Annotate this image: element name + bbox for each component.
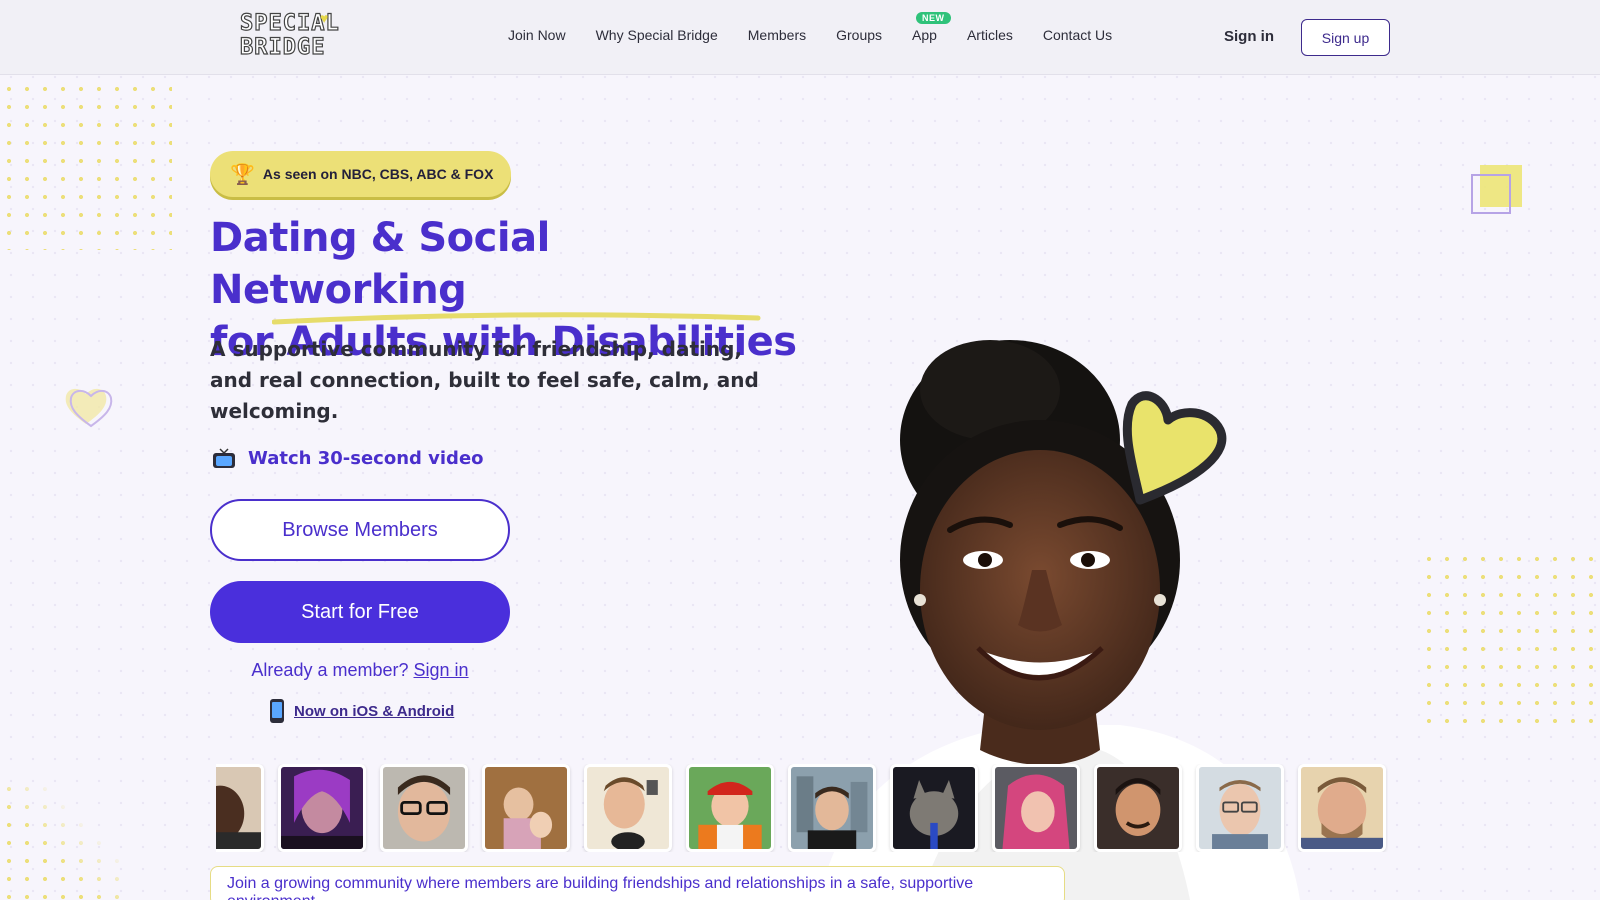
- heart-outline-icon: [65, 388, 113, 428]
- watch-video-link[interactable]: Watch 30-second video: [212, 447, 484, 469]
- already-member-text: Already a member? Sign in: [210, 660, 510, 681]
- watch-video-text: Watch 30-second video: [248, 447, 484, 469]
- mobile-app-text: Now on iOS & Android: [294, 702, 455, 720]
- member-thumbnail[interactable]: [992, 764, 1080, 852]
- browse-members-button[interactable]: Browse Members: [210, 499, 510, 561]
- hero-title-line1: Dating & Social Networking: [210, 215, 550, 313]
- nav-app[interactable]: NEW App: [912, 12, 951, 43]
- nav-join-now[interactable]: Join Now: [508, 27, 566, 43]
- member-thumbnail[interactable]: [890, 764, 978, 852]
- member-thumbnail[interactable]: [1196, 764, 1284, 852]
- decorative-dots: [0, 80, 172, 250]
- hero-subtitle: A supportive community for friendship, d…: [210, 337, 759, 423]
- new-badge: NEW: [916, 12, 951, 24]
- title-underline: [272, 312, 761, 325]
- decorative-dots: [0, 780, 120, 900]
- nav-contact-us[interactable]: Contact Us: [1043, 27, 1112, 43]
- nav-groups[interactable]: Groups: [836, 27, 882, 43]
- tv-icon: [213, 448, 235, 468]
- trophy-icon: 🏆: [230, 163, 255, 186]
- community-info-box: Join a growing community where members a…: [210, 866, 1065, 900]
- mobile-app-link[interactable]: Now on iOS & Android: [270, 699, 454, 723]
- nav-articles[interactable]: Articles: [967, 27, 1013, 43]
- nav-app-label: App: [912, 27, 937, 43]
- site-header: SPECIAL BRIDGE ♥ Join Now Why Special Br…: [0, 0, 1600, 75]
- as-seen-text: As seen on NBC, CBS, ABC & FOX: [262, 166, 494, 182]
- phone-icon: [270, 699, 284, 723]
- nav-members[interactable]: Members: [748, 27, 806, 43]
- member-thumbnail[interactable]: [216, 764, 264, 852]
- sign-up-button[interactable]: Sign up: [1301, 19, 1390, 56]
- start-for-free-button[interactable]: Start for Free: [210, 581, 510, 643]
- hero-sign-in-link[interactable]: Sign in: [414, 660, 469, 680]
- main-nav: Join Now Why Special Bridge Members Grou…: [508, 12, 1142, 43]
- member-thumbnail[interactable]: [278, 764, 366, 852]
- member-thumbnail[interactable]: [1094, 764, 1182, 852]
- nav-why-special-bridge[interactable]: Why Special Bridge: [596, 27, 718, 43]
- member-thumbnail[interactable]: [686, 764, 774, 852]
- logo-heart-icon: ♥: [320, 10, 329, 26]
- member-thumbnail[interactable]: [482, 764, 570, 852]
- yellow-heart-icon: [1122, 391, 1227, 505]
- member-thumbnail[interactable]: [1298, 764, 1386, 852]
- member-thumbnail[interactable]: [584, 764, 672, 852]
- member-thumbnail[interactable]: [788, 764, 876, 852]
- decorative-dots: [1420, 550, 1600, 735]
- member-thumbnail[interactable]: [380, 764, 468, 852]
- logo-line-2: BRIDGE: [239, 35, 326, 60]
- logo[interactable]: SPECIAL BRIDGE ♥: [239, 10, 340, 67]
- already-member-label: Already a member?: [251, 660, 409, 680]
- decorative-squares: [1471, 165, 1522, 214]
- member-photo-strip: [216, 764, 1388, 852]
- header-sign-in-link[interactable]: Sign in: [1224, 28, 1274, 45]
- as-seen-badge: 🏆 As seen on NBC, CBS, ABC & FOX: [210, 151, 511, 197]
